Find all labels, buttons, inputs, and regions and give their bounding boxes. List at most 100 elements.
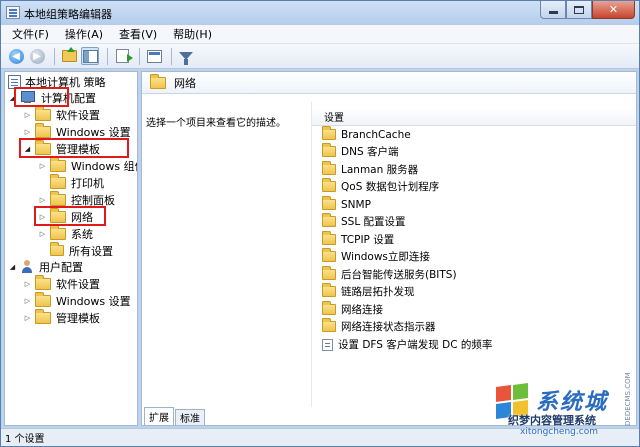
help-button[interactable] xyxy=(145,47,163,65)
forward-button[interactable]: ▶ xyxy=(28,47,46,65)
list-item-label: TCPIP 设置 xyxy=(341,234,395,246)
list-item[interactable]: SSL 配置设置 xyxy=(322,213,406,230)
folder-icon xyxy=(50,190,66,206)
status-bar: 1 个设置 xyxy=(1,428,639,446)
status-text: 1 个设置 xyxy=(5,434,45,445)
menu-help[interactable]: 帮助(H) xyxy=(168,26,217,42)
window: 本地组策略编辑器 ✕ 文件(F) 操作(A) 查看(V) 帮助(H) ◀ ▶ 本… xyxy=(0,0,640,447)
list-item-label: SNMP xyxy=(341,198,371,211)
folder-icon xyxy=(35,274,51,290)
folder-icon xyxy=(322,143,336,157)
list-item-label: DNS 客户端 xyxy=(341,146,399,158)
tree-item-user-config[interactable]: ◢ 用户配置 xyxy=(8,258,83,275)
tree-item-software-settings[interactable]: ▷ 软件设置 xyxy=(23,105,100,123)
folder-icon xyxy=(322,196,336,210)
folder-icon xyxy=(150,73,166,89)
tree-item-windows-components[interactable]: ▷ Windows 组件 xyxy=(38,156,137,174)
expand-arrow-icon[interactable]: ▷ xyxy=(23,110,32,119)
list-item[interactable]: DNS 客户端 xyxy=(322,143,398,160)
tab-standard[interactable]: 标准 xyxy=(175,409,205,425)
list-item[interactable]: TCPIP 设置 xyxy=(322,231,394,248)
folder-icon xyxy=(35,291,51,307)
menu-file[interactable]: 文件(F) xyxy=(7,26,54,42)
list-item-label: 链路层拓扑发现 xyxy=(341,286,415,298)
list-item[interactable]: Windows立即连接 xyxy=(322,248,430,265)
folder-icon xyxy=(322,161,336,175)
toolbar: ◀ ▶ xyxy=(1,44,639,69)
tree-label: 软件设置 xyxy=(56,108,100,122)
details-header: 网络 xyxy=(142,72,636,94)
folder-up-icon xyxy=(61,47,77,62)
side-watermark: DEDECMS.COM xyxy=(624,372,632,426)
tab-extended[interactable]: 扩展 xyxy=(144,407,174,425)
expand-arrow-icon[interactable]: ▷ xyxy=(23,279,32,288)
menu-view[interactable]: 查看(V) xyxy=(114,26,162,42)
tree-item-printers[interactable]: 打印机 xyxy=(38,173,104,191)
list-item[interactable]: 网络连接 xyxy=(322,301,383,318)
expand-arrow-icon[interactable]: ▷ xyxy=(23,313,32,322)
user-icon xyxy=(20,259,34,274)
menu-action[interactable]: 操作(A) xyxy=(60,26,108,42)
minimize-icon xyxy=(548,11,558,14)
highlight-box-computer-config xyxy=(14,87,69,107)
highlight-box-admin-templates xyxy=(19,138,129,158)
export-icon xyxy=(115,49,133,63)
folder-icon xyxy=(35,122,51,138)
tree-label: 打印机 xyxy=(71,176,104,190)
back-button[interactable]: ◀ xyxy=(7,47,25,65)
tree-item-user-windows-settings[interactable]: ▷ Windows 设置 xyxy=(23,291,131,309)
tree-item-all-settings[interactable]: 所有设置 xyxy=(38,242,113,259)
folder-icon xyxy=(50,224,66,240)
tree-label: Windows 组件 xyxy=(71,159,137,173)
details-title: 网络 xyxy=(174,76,196,90)
list-item-label: QoS 数据包计划程序 xyxy=(341,181,440,193)
list-item[interactable]: 链路层拓扑发现 xyxy=(322,283,415,300)
expand-arrow-icon[interactable]: ▷ xyxy=(23,296,32,305)
details-pane: 网络 选择一个项目来查看它的描述。 设置 BranchCache DNS 客户端… xyxy=(141,71,637,426)
tree-item-user-admin-templates[interactable]: ▷ 管理模板 xyxy=(23,308,100,326)
expand-arrow-icon[interactable]: ▷ xyxy=(38,195,47,204)
help-window-icon xyxy=(146,49,162,63)
tree-item-user-software-settings[interactable]: ▷ 软件设置 xyxy=(23,274,100,292)
tree-label: 所有设置 xyxy=(69,244,113,258)
folder-icon xyxy=(50,173,66,189)
collapse-arrow-icon[interactable]: ◢ xyxy=(8,262,17,271)
title-bar[interactable]: 本地组策略编辑器 ✕ xyxy=(1,1,639,25)
expand-arrow-icon[interactable]: ▷ xyxy=(23,127,32,136)
list-item[interactable]: SNMP xyxy=(322,196,371,213)
tree-label: 软件设置 xyxy=(56,277,100,291)
list-item-label: 网络连接 xyxy=(341,304,383,316)
column-header-setting[interactable]: 设置 xyxy=(312,108,636,126)
list-item[interactable]: 后台智能传送服务(BITS) xyxy=(322,266,457,283)
list-item[interactable]: BranchCache xyxy=(322,126,411,143)
folder-icon xyxy=(322,213,336,227)
expand-arrow-icon[interactable]: ▷ xyxy=(38,229,47,238)
folder-icon xyxy=(322,178,336,192)
show-hide-tree-button[interactable] xyxy=(81,47,99,65)
minimize-button[interactable] xyxy=(540,1,566,19)
view-tabs: 扩展 标准 xyxy=(144,407,206,425)
forward-arrow-icon: ▶ xyxy=(29,48,45,64)
list-item[interactable]: 设置 DFS 客户端发现 DC 的频率 xyxy=(322,336,492,353)
expand-arrow-icon[interactable]: ▷ xyxy=(38,161,47,170)
window-controls: ✕ xyxy=(540,1,635,20)
window-title: 本地组策略编辑器 xyxy=(24,8,112,21)
filter-button[interactable] xyxy=(177,47,195,65)
list-item[interactable]: 网络连接状态指示器 xyxy=(322,318,436,335)
export-list-button[interactable] xyxy=(113,47,133,65)
list-item[interactable]: Lanman 服务器 xyxy=(322,161,418,178)
folder-icon xyxy=(322,248,336,262)
highlight-box-network xyxy=(34,206,106,226)
up-level-button[interactable] xyxy=(60,47,78,65)
list-item-label: 设置 DFS 客户端发现 DC 的频率 xyxy=(338,339,493,351)
pane-divider xyxy=(311,102,312,407)
console-tree-icon xyxy=(82,49,98,63)
tree-item-system[interactable]: ▷ 系统 xyxy=(38,224,93,242)
filter-icon xyxy=(179,52,193,65)
maximize-button[interactable] xyxy=(566,1,592,19)
close-button[interactable]: ✕ xyxy=(592,1,635,19)
tree-label: 用户配置 xyxy=(39,260,83,274)
list-item[interactable]: QoS 数据包计划程序 xyxy=(322,178,439,195)
